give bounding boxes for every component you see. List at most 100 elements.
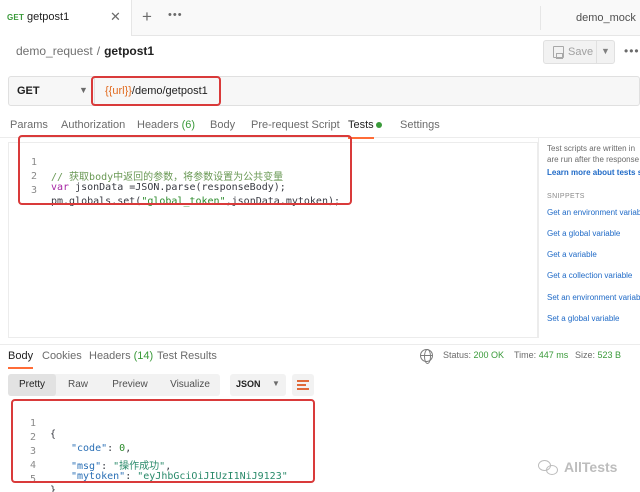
line-number: 3 [30, 185, 37, 196]
response-size[interactable]: Size: 523 B [575, 350, 621, 360]
learn-more-link[interactable]: Learn more about tests sc [547, 168, 640, 177]
chevron-down-icon: ▼ [272, 379, 280, 388]
tab-headers[interactable]: Headers (6) [137, 119, 195, 131]
chevron-down-icon[interactable]: ▼ [601, 46, 610, 56]
response-tab-test-results-label: Test Results [157, 350, 217, 362]
snippet-link[interactable]: Get an environment variab [547, 208, 640, 217]
wrap-lines-button[interactable] [292, 374, 314, 396]
response-tab-cookies-label: Cookies [42, 350, 82, 362]
url-input[interactable]: {{url}}/demo/getpost1 [105, 85, 208, 97]
request-tab-getpost1[interactable]: GET getpost1 ✕ [0, 0, 132, 36]
response-line: 2 "code": 0, [0, 421, 131, 454]
snippet-link[interactable]: Set an environment variab [547, 293, 640, 302]
tab-headers-count: (6) [181, 119, 196, 131]
script-comment: // 获取body中返回的参数，将参数设置为公共变量 [51, 172, 284, 183]
script-line: 3 pm.globals.set("global_token",jsonData… [9, 174, 340, 207]
tab-pre-request-script[interactable]: Pre-request Script [251, 119, 340, 131]
script-line: 2 var jsonData =JSON.parse(responseBody)… [9, 160, 286, 193]
breadcrumb-collection[interactable]: demo_request [16, 44, 93, 58]
tab-method-badge: GET [7, 13, 25, 22]
wechat-logo-icon [538, 460, 560, 476]
more-actions-ellipsis-icon[interactable]: ••• [624, 44, 640, 58]
breadcrumb: demo_request / getpost1 [16, 44, 154, 58]
response-line: 3 "msg": "操作成功", [0, 435, 171, 472]
snippets-description: are run after the response [547, 155, 640, 164]
breadcrumb-request-name[interactable]: getpost1 [104, 44, 154, 58]
tab-body[interactable]: Body [210, 119, 235, 131]
format-raw-button[interactable]: Raw [56, 374, 100, 396]
tests-script-editor[interactable]: 1 // 获取body中返回的参数，将参数设置为公共变量 2 var jsonD… [8, 142, 538, 338]
tab-authorization[interactable]: Authorization [61, 119, 125, 131]
request-tab-bar: GET getpost1 ✕ + ••• demo_mock [0, 0, 640, 36]
method-select-value: GET [17, 85, 40, 97]
response-tab-test-results[interactable]: Test Results [157, 350, 217, 362]
save-icon [553, 46, 564, 59]
watermark: AllTests [538, 458, 634, 478]
script-code: pm.globals.set( [51, 196, 142, 207]
response-tab-body[interactable]: Body [8, 350, 34, 369]
tab-pre-request-script-label: Pre-request Script [251, 119, 340, 131]
environment-divider [540, 6, 541, 30]
snippet-link[interactable]: Set a global variable [547, 314, 620, 323]
time-value: 447 ms [538, 350, 569, 360]
snippet-link[interactable]: Get a variable [547, 250, 597, 259]
json-comma: , [125, 443, 132, 454]
script-string: "global_token" [141, 196, 226, 207]
format-visualize-button[interactable]: Visualize [160, 374, 220, 396]
url-path: /demo/getpost1 [131, 85, 208, 97]
url-variable: {{url}} [105, 85, 132, 97]
close-icon[interactable]: ✕ [110, 9, 121, 25]
response-status[interactable]: Status: 200 OK [443, 350, 504, 360]
watermark-text: AllTests [564, 459, 618, 475]
tab-tests-label: Tests [348, 119, 374, 131]
snippets-heading: SNIPPETS [547, 193, 585, 200]
tab-settings[interactable]: Settings [400, 119, 440, 131]
json-key: "mytoken" [71, 471, 126, 482]
tab-authorization-label: Authorization [61, 119, 126, 131]
snippet-link[interactable]: Get a global variable [547, 229, 620, 238]
new-tab-plus-icon[interactable]: + [142, 7, 152, 27]
script-keyword: var [51, 182, 70, 193]
save-button[interactable]: Save ▼ [543, 40, 615, 64]
json-value: "eyJhbGciOiJIUzI1NiJ9123" [137, 471, 288, 482]
response-format-bar: Pretty Raw Preview Visualize JSON ▼ [8, 374, 632, 396]
time-label: Time: [514, 350, 537, 360]
response-language-value: JSON [236, 379, 261, 389]
json-key: "code" [71, 443, 108, 454]
snippet-link[interactable]: Get a collection variable [547, 271, 632, 280]
tab-params[interactable]: Params [10, 119, 48, 131]
breadcrumb-separator: / [96, 44, 101, 58]
tab-tests[interactable]: Tests [348, 119, 374, 139]
method-select[interactable]: GET ▼ [9, 77, 95, 105]
response-time[interactable]: Time: 447 ms [514, 350, 568, 360]
response-line: 1 { [0, 407, 56, 440]
response-tab-headers-label: Headers [89, 350, 131, 362]
tab-headers-label: Headers [137, 119, 179, 131]
response-line: 5 } [0, 463, 56, 492]
url-bar: GET ▼ {{url}}/demo/getpost1 [8, 76, 640, 106]
response-tab-headers[interactable]: Headers (14) [89, 350, 153, 362]
format-pretty-button[interactable]: Pretty [8, 374, 56, 396]
script-line: 1 // 获取body中返回的参数，将参数设置为公共变量 [9, 146, 283, 183]
response-language-select[interactable]: JSON ▼ [230, 374, 286, 396]
save-button-label: Save [568, 46, 594, 58]
globe-icon[interactable] [420, 349, 433, 364]
response-line: 4 "mytoken": "eyJhbGciOiJIUzI1NiJ9123" [0, 449, 288, 482]
line-number: 5 [29, 474, 36, 485]
status-label: Status: [443, 350, 472, 360]
more-tabs-ellipsis-icon[interactable]: ••• [168, 9, 183, 21]
json-brace: } [50, 485, 57, 492]
format-toggle-group: Pretty Raw Preview Visualize [8, 374, 220, 396]
script-code: ,jsonData.mytoken); [225, 196, 340, 207]
environment-selector[interactable]: demo_mock [576, 12, 636, 24]
tab-body-label: Body [210, 119, 236, 131]
tab-request-name: getpost1 [27, 11, 70, 23]
response-tab-cookies[interactable]: Cookies [42, 350, 82, 362]
response-tab-body-label: Body [8, 350, 34, 362]
request-tabs: Params Authorization Headers (6) Body Pr… [0, 114, 640, 139]
tab-params-label: Params [10, 119, 48, 131]
status-value: 200 OK [473, 350, 505, 360]
json-brace: { [50, 429, 57, 440]
format-preview-button[interactable]: Preview [100, 374, 160, 396]
chevron-down-icon: ▼ [79, 85, 88, 95]
